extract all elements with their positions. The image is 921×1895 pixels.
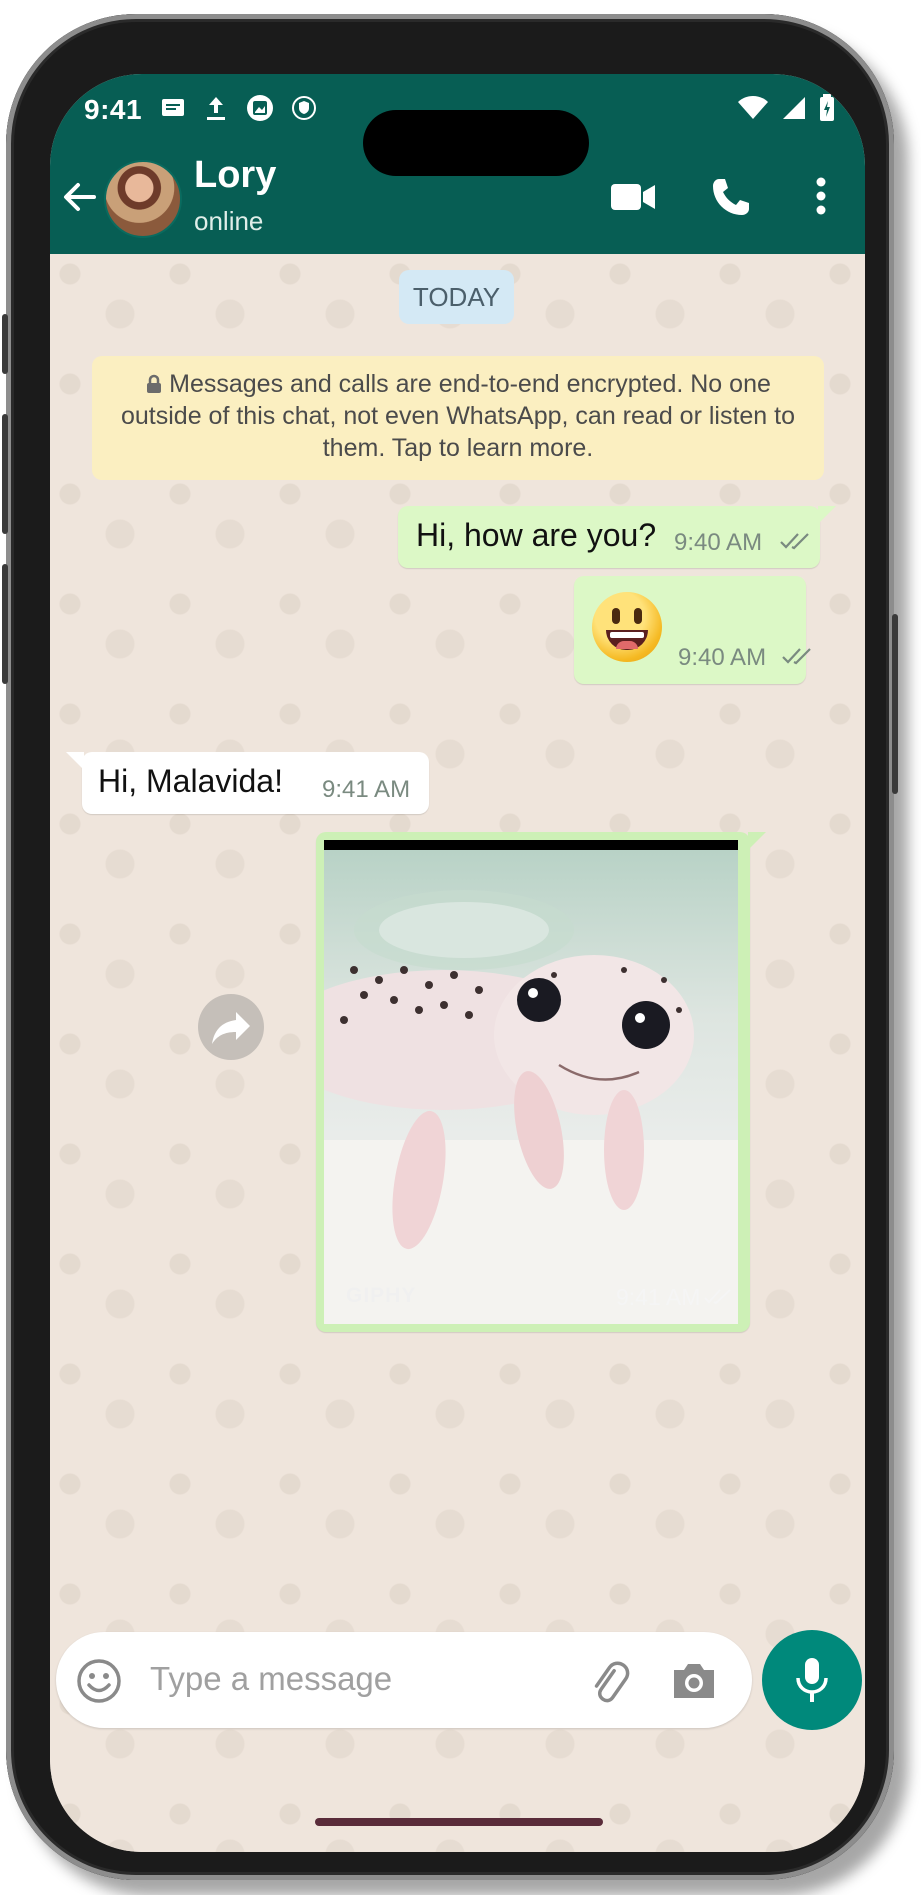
read-ticks-icon (782, 648, 811, 665)
chat-area[interactable]: TODAY Messages and calls are end-to-end … (50, 254, 865, 1852)
wifi-icon (738, 96, 768, 119)
giphy-label: GIPHY (346, 1284, 417, 1307)
gif-message-bubble[interactable]: GIPHY 9:41 AM (316, 832, 750, 1332)
message-time: 9:40 AM (674, 529, 763, 556)
avatar[interactable] (104, 160, 182, 238)
camera-icon[interactable] (670, 1658, 718, 1702)
bubble-tail (748, 832, 766, 850)
voice-call-icon[interactable] (710, 176, 752, 218)
bubble-tail (66, 752, 84, 770)
date-chip: TODAY (399, 270, 514, 324)
signal-icon (783, 97, 805, 119)
message-composer[interactable]: Type a message (56, 1632, 752, 1728)
phone-power-button (892, 614, 898, 794)
contact-status: online (194, 206, 264, 236)
message-text: Hi, Malavida! (98, 763, 283, 799)
status-time: 9:41 (84, 94, 143, 125)
gecko-illustration (324, 890, 738, 1324)
message-text: Hi, how are you? (416, 517, 657, 553)
lock-icon (147, 374, 162, 393)
grinning-face-emoji-icon (592, 592, 662, 662)
message-bubble-outgoing[interactable]: Hi, how are you? 9:40 AM (398, 506, 820, 568)
microphone-icon (796, 1658, 828, 1702)
bubble-tail (818, 506, 836, 524)
back-arrow-icon[interactable] (58, 176, 100, 218)
upload-icon (207, 97, 225, 120)
encryption-notice[interactable]: Messages and calls are end-to-end encryp… (92, 356, 824, 480)
forward-arrow-icon (212, 1012, 250, 1044)
status-notification-icons (160, 94, 316, 122)
home-indicator[interactable] (315, 1818, 603, 1826)
shield-icon (292, 96, 316, 120)
status-system-icons (737, 94, 835, 122)
phone-screen: 9:41 Lory online TODAY Messages and call… (50, 74, 865, 1852)
phone-volume-down-button (2, 564, 8, 684)
video-call-icon[interactable] (610, 180, 656, 214)
message-time: 9:41 AM (322, 776, 411, 803)
attach-paperclip-icon[interactable] (584, 1658, 632, 1706)
message-notification-icon (162, 99, 184, 116)
battery-icon (820, 94, 834, 121)
more-options-icon[interactable] (814, 176, 828, 216)
forward-button[interactable] (198, 994, 264, 1060)
dynamic-island (363, 110, 589, 176)
phone-frame: 9:41 Lory online TODAY Messages and call… (2, 14, 898, 1880)
emoji-icon[interactable] (76, 1658, 122, 1704)
message-bubble-incoming[interactable]: Hi, Malavida! 9:41 AM (82, 752, 429, 814)
phone-volume-up-button (2, 414, 8, 534)
gallery-notification-icon (247, 95, 273, 121)
encryption-notice-text: Messages and calls are end-to-end encryp… (121, 370, 795, 462)
contact-name[interactable]: Lory (194, 154, 276, 197)
phone-side-button (2, 314, 8, 374)
message-time: 9:40 AM (678, 644, 767, 671)
voice-record-button[interactable] (762, 1630, 862, 1730)
message-time: 9:41 AM (616, 1284, 701, 1310)
message-bubble-outgoing[interactable]: 9:40 AM (574, 576, 811, 684)
gecko-gif-image (324, 850, 738, 1324)
read-ticks-icon (780, 533, 809, 550)
message-input[interactable]: Type a message (150, 1660, 392, 1698)
read-ticks-icon (704, 1289, 731, 1305)
gif-media[interactable]: GIPHY 9:41 AM (324, 840, 738, 1324)
